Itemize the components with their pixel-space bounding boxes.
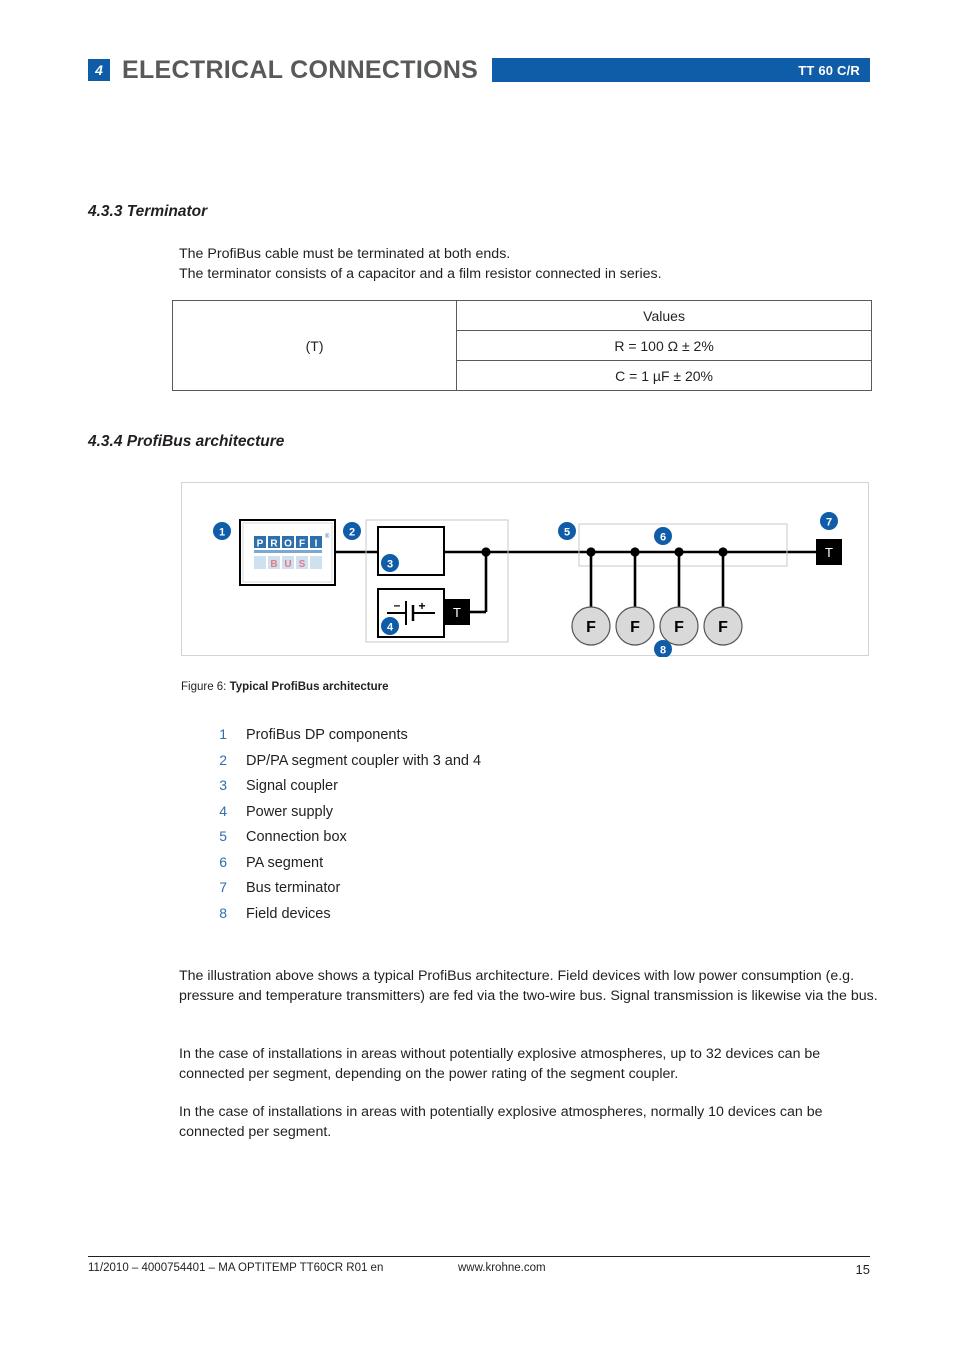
- svg-text:7: 7: [826, 517, 832, 529]
- section-heading-architecture: 4.3.4 ProfiBus architecture: [88, 433, 285, 450]
- list-item: 3 Signal coupler: [181, 777, 701, 803]
- svg-text:F: F: [299, 539, 305, 550]
- footer-divider: [88, 1256, 870, 1257]
- callout-badge-4: 4: [381, 617, 399, 635]
- legend-label: Power supply: [246, 803, 334, 820]
- callout-badge-2: 2: [343, 522, 361, 540]
- callout-badge-3: 3: [381, 554, 399, 572]
- footer-document-id: 11/2010 – 4000754401 – MA OPTITEMP TT60C…: [88, 1262, 384, 1274]
- table-row: (T) Values: [171, 300, 872, 391]
- page-footer: 11/2010 – 4000754401 – MA OPTITEMP TT60C…: [88, 1262, 870, 1280]
- connection-box-frame: [578, 523, 788, 567]
- legend-label: ProfiBus DP components: [246, 727, 408, 743]
- list-item: 5 Connection box: [181, 828, 701, 854]
- svg-text:8: 8: [660, 645, 666, 657]
- profibus-architecture-figure: P R O F I ® B U S – + T F F F F T 1 2 3 …: [181, 482, 869, 657]
- list-item: 4 Power supply: [181, 803, 701, 829]
- legend-number: 6: [219, 853, 227, 870]
- page-header: 4 ELECTRICAL CONNECTIONS TT 60 C/R: [88, 54, 870, 86]
- legend-label: Signal coupler: [246, 778, 338, 794]
- callout-badge-7: 7: [820, 512, 838, 530]
- body-paragraph-3: In the case of installations in areas wi…: [179, 1104, 823, 1140]
- svg-text:5: 5: [564, 527, 570, 539]
- profibus-architecture-diagram: P R O F I ® B U S – + T F F F F T 1 2 3 …: [213, 512, 842, 657]
- logo-registered-mark: ®: [325, 533, 330, 540]
- terminator-intro: The ProfiBus cable must be terminated at…: [179, 244, 879, 284]
- profibus-logo: P R O F I ® B U S: [254, 533, 330, 570]
- svg-text:S: S: [299, 559, 306, 570]
- svg-text:3: 3: [387, 559, 393, 571]
- legend-number: 8: [219, 904, 227, 921]
- field-device-junction-dot: [674, 547, 684, 557]
- field-device-letter: F: [674, 619, 684, 636]
- page-title: ELECTRICAL CONNECTIONS: [122, 55, 479, 84]
- figure-caption: Figure 6: Typical ProfiBus architecture: [181, 681, 389, 693]
- field-device-junction-dot: [718, 547, 728, 557]
- svg-text:P: P: [257, 539, 264, 550]
- legend-number: 5: [219, 828, 227, 844]
- svg-text:R: R: [270, 539, 278, 550]
- list-item: 1 ProfiBus DP components: [181, 726, 701, 752]
- product-label: TT 60 C/R: [798, 62, 860, 78]
- svg-text:2: 2: [349, 527, 355, 539]
- legend-label: PA segment: [246, 854, 324, 871]
- terminator-values-table: (T) Values R = 100 Ω ± 2% C = 1 µF ± 20%: [171, 300, 872, 391]
- svg-text:1: 1: [219, 527, 225, 539]
- legend-label: DP/PA segment coupler with 3 and 4: [246, 752, 482, 769]
- field-device-letter: F: [630, 619, 640, 636]
- legend-label: Field devices: [246, 905, 331, 922]
- values-column-header: Values: [456, 300, 872, 331]
- legend-number: 3: [219, 777, 227, 793]
- resistor-value-cell: R = 100 Ω ± 2%: [456, 330, 872, 361]
- figure-caption-label: Figure 6:: [181, 681, 230, 693]
- svg-text:B: B: [270, 559, 277, 570]
- list-item: 7 Bus terminator: [181, 879, 701, 905]
- callout-badge-1: 1: [213, 522, 231, 540]
- chapter-number-badge: 4: [88, 59, 110, 81]
- power-plus-label: +: [418, 599, 425, 613]
- footer-page-number: 15: [855, 1262, 870, 1277]
- callout-badge-6: 6: [654, 527, 672, 545]
- svg-text:I: I: [315, 539, 318, 550]
- list-item: 2 DP/PA segment coupler with 3 and 4: [181, 752, 701, 778]
- footer-website-link[interactable]: www.krohne.com: [458, 1262, 546, 1274]
- field-device-letter: F: [718, 619, 728, 636]
- callout-badge-5: 5: [558, 522, 576, 540]
- terminator-intro-line-2: The terminator consists of a capacitor a…: [179, 266, 662, 282]
- legend-number: 7: [219, 879, 227, 895]
- field-device-letter: F: [586, 619, 596, 636]
- svg-text:6: 6: [660, 532, 666, 544]
- svg-text:U: U: [284, 559, 291, 570]
- legend-label: Connection box: [246, 829, 347, 845]
- legend-number: 1: [219, 726, 227, 742]
- svg-text:O: O: [284, 539, 292, 550]
- legend-number: 2: [219, 751, 227, 768]
- figure-legend-list: 1 ProfiBus DP components 2 DP/PA segment…: [181, 726, 701, 930]
- figure-caption-title: Typical ProfiBus architecture: [229, 681, 389, 693]
- bus-terminator-letter: T: [825, 545, 833, 560]
- section-heading-terminator: 4.3.3 Terminator: [88, 203, 208, 220]
- terminator-row-label: (T): [171, 300, 458, 391]
- field-device-group: F F F F: [571, 547, 743, 646]
- list-item: 6 PA segment: [181, 854, 701, 880]
- coupler-terminator-letter: T: [453, 605, 461, 620]
- power-minus-label: –: [394, 598, 401, 612]
- terminator-intro-line-1: The ProfiBus cable must be terminated at…: [179, 246, 511, 262]
- capacitor-value-cell: C = 1 µF ± 20%: [456, 360, 872, 391]
- field-device-junction-dot: [630, 547, 640, 557]
- body-paragraph-2: In the case of installations in areas wi…: [179, 1046, 821, 1082]
- header-accent-bar: TT 60 C/R: [492, 58, 870, 82]
- field-device-junction-dot: [586, 547, 596, 557]
- svg-text:4: 4: [387, 622, 394, 634]
- legend-label: Bus terminator: [246, 880, 341, 896]
- bus-junction-dot: [481, 547, 491, 557]
- list-item: 8 Field devices: [181, 905, 701, 931]
- legend-number: 4: [219, 802, 227, 819]
- body-paragraph-1: The illustration above shows a typical P…: [179, 968, 878, 1004]
